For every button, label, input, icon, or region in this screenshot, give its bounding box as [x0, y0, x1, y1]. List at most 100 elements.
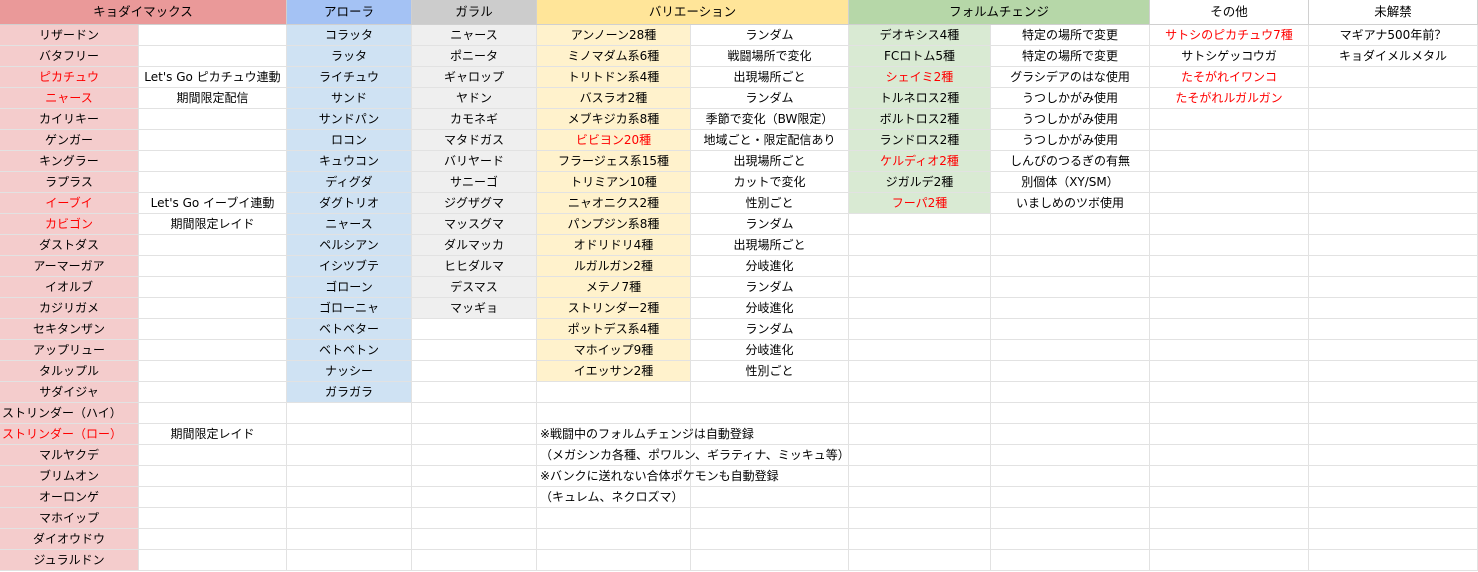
alola-cell[interactable]: ベトベトン [287, 340, 412, 361]
kyodai-name-cell[interactable]: ピカチュウ [0, 67, 139, 88]
alola-cell[interactable]: コラッタ [287, 25, 412, 46]
grid-cell[interactable] [412, 550, 537, 571]
kyodai-name-cell[interactable]: カビゴン [0, 214, 139, 235]
grid-cell[interactable] [1309, 424, 1478, 445]
variation-name-cell[interactable]: ニャオニクス2種 [537, 193, 691, 214]
grid-cell[interactable] [1309, 277, 1478, 298]
kyodai-name-cell[interactable]: リザードン [0, 25, 139, 46]
galar-cell[interactable]: ヒヒダルマ [412, 256, 537, 277]
variation-name-cell[interactable]: イエッサン2種 [537, 361, 691, 382]
kyodai-note-cell[interactable]: 期間限定レイド [139, 214, 287, 235]
grid-cell[interactable] [139, 235, 287, 256]
grid-cell[interactable] [412, 529, 537, 550]
header-galar[interactable]: ガラル [412, 0, 537, 25]
grid-cell[interactable] [849, 361, 991, 382]
grid-cell[interactable] [849, 466, 991, 487]
header-variation[interactable]: バリエーション [537, 0, 849, 25]
kyodai-name-cell[interactable]: オーロンゲ [0, 487, 139, 508]
alola-cell[interactable]: ディグダ [287, 172, 412, 193]
kyodai-name-cell[interactable]: タルップル [0, 361, 139, 382]
grid-cell[interactable] [412, 361, 537, 382]
grid-cell[interactable] [412, 466, 537, 487]
alola-cell[interactable]: ゴローン [287, 277, 412, 298]
form-method-cell[interactable]: しんぴのつるぎの有無 [991, 151, 1150, 172]
grid-cell[interactable] [1309, 256, 1478, 277]
variation-name-cell[interactable]: ルガルガン2種 [537, 256, 691, 277]
grid-cell[interactable] [1309, 550, 1478, 571]
alola-cell[interactable]: ベトベター [287, 319, 412, 340]
grid-cell[interactable] [1309, 298, 1478, 319]
kyodai-name-cell[interactable]: ニャース [0, 88, 139, 109]
galar-cell[interactable]: ジグザグマ [412, 193, 537, 214]
form-name-cell[interactable]: フーパ2種 [849, 193, 991, 214]
grid-cell[interactable] [849, 424, 991, 445]
variation-method-cell[interactable]: 地域ごと・限定配信あり [691, 130, 849, 151]
alola-cell[interactable]: ラッタ [287, 46, 412, 67]
grid-cell[interactable] [849, 277, 991, 298]
header-other[interactable]: その他 [1150, 0, 1309, 25]
variation-name-cell[interactable]: オドリドリ4種 [537, 235, 691, 256]
grid-cell[interactable] [139, 25, 287, 46]
variation-method-cell[interactable]: 性別ごと [691, 361, 849, 382]
form-method-cell[interactable]: うつしかがみ使用 [991, 88, 1150, 109]
grid-cell[interactable] [139, 487, 287, 508]
grid-cell[interactable] [1309, 361, 1478, 382]
grid-cell[interactable] [849, 382, 991, 403]
galar-cell[interactable]: ギャロップ [412, 67, 537, 88]
grid-cell[interactable] [1150, 361, 1309, 382]
grid-cell[interactable] [1150, 298, 1309, 319]
alola-cell[interactable]: ニャース [287, 214, 412, 235]
grid-cell[interactable] [412, 403, 537, 424]
grid-cell[interactable] [691, 403, 849, 424]
grid-cell[interactable] [1309, 319, 1478, 340]
grid-cell[interactable] [991, 214, 1150, 235]
grid-cell[interactable] [537, 529, 691, 550]
kyodai-name-cell[interactable]: カジリガメ [0, 298, 139, 319]
form-method-cell[interactable]: グラシデアのはな使用 [991, 67, 1150, 88]
kyodai-name-cell[interactable]: アーマーガア [0, 256, 139, 277]
form-name-cell[interactable]: ランドロス2種 [849, 130, 991, 151]
header-form-change[interactable]: フォルムチェンジ [849, 0, 1150, 25]
grid-cell[interactable] [287, 487, 412, 508]
grid-cell[interactable] [849, 403, 991, 424]
grid-cell[interactable] [849, 550, 991, 571]
kyodai-name-cell[interactable]: カイリキー [0, 109, 139, 130]
grid-cell[interactable] [1150, 130, 1309, 151]
header-unreleased[interactable]: 未解禁 [1309, 0, 1478, 25]
grid-cell[interactable] [1150, 214, 1309, 235]
grid-cell[interactable] [991, 235, 1150, 256]
variation-method-cell[interactable]: ランダム [691, 277, 849, 298]
variation-method-cell[interactable]: ランダム [691, 88, 849, 109]
grid-cell[interactable] [991, 382, 1150, 403]
grid-cell[interactable] [1309, 529, 1478, 550]
grid-cell[interactable] [139, 319, 287, 340]
other-cell[interactable]: サトシのピカチュウ7種 [1150, 25, 1309, 46]
variation-method-cell[interactable]: 季節で変化（BW限定） [691, 109, 849, 130]
variation-method-cell[interactable]: 出現場所ごと [691, 67, 849, 88]
alola-cell[interactable]: イシツブテ [287, 256, 412, 277]
variation-name-cell[interactable]: ビビヨン20種 [537, 130, 691, 151]
alola-cell[interactable]: ゴローニャ [287, 298, 412, 319]
form-method-cell[interactable]: 別個体（XY/SM） [991, 172, 1150, 193]
variation-name-cell[interactable]: フラージェス系15種 [537, 151, 691, 172]
grid-cell[interactable] [139, 550, 287, 571]
variation-method-cell[interactable]: 分岐進化 [691, 340, 849, 361]
grid-cell[interactable] [1309, 340, 1478, 361]
grid-cell[interactable] [139, 109, 287, 130]
galar-cell[interactable]: ヤドン [412, 88, 537, 109]
grid-cell[interactable] [991, 340, 1150, 361]
grid-cell[interactable] [1309, 109, 1478, 130]
grid-cell[interactable] [1150, 487, 1309, 508]
form-name-cell[interactable]: デオキシス4種 [849, 25, 991, 46]
grid-cell[interactable] [287, 529, 412, 550]
grid-cell[interactable] [1150, 172, 1309, 193]
grid-cell[interactable] [849, 529, 991, 550]
galar-cell[interactable]: デスマス [412, 277, 537, 298]
form-method-cell[interactable]: うつしかがみ使用 [991, 109, 1150, 130]
variation-name-cell[interactable]: トリトドン系4種 [537, 67, 691, 88]
grid-cell[interactable] [1309, 508, 1478, 529]
grid-cell[interactable] [1150, 508, 1309, 529]
variation-method-cell[interactable]: 性別ごと [691, 193, 849, 214]
grid-cell[interactable] [991, 424, 1150, 445]
grid-cell[interactable] [287, 508, 412, 529]
